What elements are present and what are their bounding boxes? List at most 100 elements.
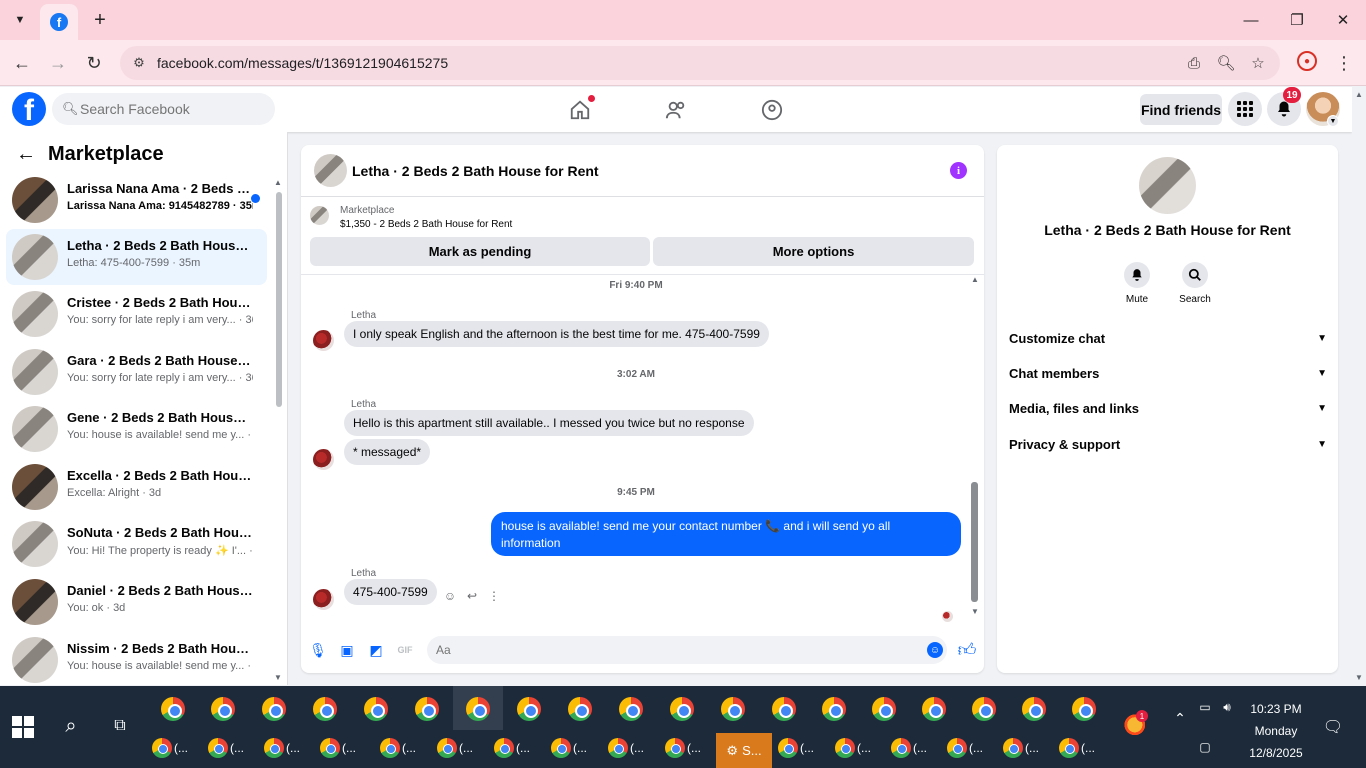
taskbar-window[interactable]: (... <box>320 738 356 758</box>
customize-chat-row[interactable]: Customize chat ▼ <box>1009 327 1327 349</box>
site-info-icon[interactable]: ⚙ <box>130 54 148 72</box>
tab-search-button[interactable]: ▼ <box>8 8 32 32</box>
sidebar-scrollbar[interactable]: ▲ ▼ <box>274 178 282 682</box>
conversation-item[interactable]: SoNuta · 2 Beds 2 Bath House f... You: H… <box>6 516 267 572</box>
taskbar-window[interactable]: (... <box>152 738 188 758</box>
taskbar-window[interactable]: (... <box>608 738 644 758</box>
sender-avatar[interactable] <box>313 589 334 610</box>
back-arrow-icon[interactable]: ← <box>16 143 36 166</box>
more-actions-icon[interactable]: ⋮ <box>486 588 502 604</box>
taskbar-window[interactable]: (... <box>665 738 701 758</box>
react-emoji-icon[interactable]: ☺ <box>442 588 458 604</box>
message-bubble[interactable]: I only speak English and the afternoon i… <box>344 321 769 347</box>
volume-icon[interactable]: 🔊︎ <box>1218 698 1236 716</box>
system-clock[interactable]: 10:23 PM Monday 12/8/2025 <box>1242 698 1310 764</box>
tab-facebook[interactable]: f <box>40 4 78 40</box>
address-bar[interactable]: ⚙ facebook.com/messages/t/13691219046152… <box>120 46 1280 80</box>
task-view-icon[interactable]: ⧉ <box>108 714 132 738</box>
notifications-button[interactable]: 19 <box>1267 87 1301 126</box>
scroll-down-icon[interactable]: ▼ <box>971 607 979 616</box>
close-window-button[interactable]: ✕ <box>1320 0 1366 40</box>
chat-title[interactable]: Letha · 2 Beds 2 Bath House for Rent <box>352 163 599 179</box>
chevron-down-icon[interactable]: ▼ <box>1327 115 1339 127</box>
chrome-icon[interactable] <box>211 697 235 721</box>
scroll-down-icon[interactable]: ▼ <box>274 673 282 682</box>
search-icon[interactable]: ⌕ <box>58 713 84 739</box>
conversation-item-active[interactable]: Letha · 2 Beds 2 Bath House for ... Leth… <box>6 229 267 285</box>
profile-icon[interactable]: ● <box>1297 51 1317 71</box>
taskbar-window[interactable]: (... <box>947 738 983 758</box>
chrome-icon[interactable] <box>822 697 846 721</box>
taskbar-window[interactable]: (... <box>551 738 587 758</box>
sender-avatar[interactable] <box>313 449 334 470</box>
message-bubble[interactable]: Hello is this apartment still available.… <box>344 410 754 436</box>
url-text[interactable]: facebook.com/messages/t/1369121904615275 <box>157 55 448 71</box>
message-bubble[interactable]: * messaged* <box>344 439 431 465</box>
windows-start-icon[interactable] <box>12 716 34 738</box>
reload-button[interactable]: ↻ <box>81 50 107 76</box>
taskbar-window[interactable]: (... <box>380 738 416 758</box>
mute-button[interactable] <box>1124 262 1150 288</box>
conversation-item[interactable]: Cristee · 2 Beds 2 Bath House fo... You:… <box>6 286 267 342</box>
search-in-chat-button[interactable] <box>1182 262 1208 288</box>
scroll-up-icon[interactable]: ▲ <box>971 275 979 284</box>
reply-icon[interactable]: ↩ <box>464 588 480 604</box>
meet-now-icon[interactable]: ▢ <box>1196 738 1214 756</box>
find-friends-button[interactable]: Find friends <box>1140 94 1222 125</box>
chrome-icon[interactable] <box>922 697 946 721</box>
chevron-up-icon[interactable]: ⌃ <box>1170 708 1190 728</box>
chrome-icon[interactable] <box>568 697 592 721</box>
scrollbar-thumb[interactable] <box>276 192 282 407</box>
forward-button[interactable]: → <box>45 50 71 76</box>
chrome-icon[interactable] <box>1072 697 1096 721</box>
groups-icon[interactable] <box>759 97 785 123</box>
media-files-row[interactable]: Media, files and links ▼ <box>1009 397 1327 419</box>
facebook-logo[interactable]: f <box>12 92 46 126</box>
conversation-item[interactable]: Gara · 2 Beds 2 Bath House for ... You: … <box>6 344 267 400</box>
chrome-icon[interactable] <box>872 697 896 721</box>
taskbar-window[interactable]: (... <box>1059 738 1095 758</box>
scroll-up-icon[interactable]: ▲ <box>274 178 282 187</box>
chat-thumbnail[interactable] <box>314 154 347 187</box>
chrome-icon[interactable] <box>517 697 541 721</box>
chrome-icon[interactable] <box>972 697 996 721</box>
gif-icon[interactable]: GIF <box>396 641 414 659</box>
chrome-icon[interactable] <box>466 697 490 721</box>
chrome-icon[interactable] <box>619 697 643 721</box>
taskbar-window[interactable]: (... <box>494 738 530 758</box>
chrome-icon[interactable] <box>721 697 745 721</box>
page-scrollbar[interactable]: ▲ ▼ <box>1352 87 1366 686</box>
message-input[interactable] <box>427 636 947 664</box>
taskbar-window[interactable]: (... <box>437 738 473 758</box>
taskbar-window[interactable]: (... <box>835 738 871 758</box>
mark-pending-button[interactable]: Mark as pending <box>310 237 650 266</box>
message-bubble[interactable]: 475-400-7599 <box>344 579 437 605</box>
mic-icon[interactable]: 🎙︎ <box>309 641 327 659</box>
minimize-button[interactable]: — <box>1228 0 1274 40</box>
taskbar-window[interactable]: (... <box>891 738 927 758</box>
install-icon[interactable]: ⎙ <box>1184 53 1204 73</box>
friends-icon[interactable] <box>663 97 689 123</box>
privacy-support-row[interactable]: Privacy & support ▼ <box>1009 433 1327 455</box>
conversation-item[interactable]: Daniel · 2 Beds 2 Bath House fo... You: … <box>6 574 267 630</box>
chat-members-row[interactable]: Chat members ▼ <box>1009 362 1327 384</box>
chrome-icon[interactable] <box>772 697 796 721</box>
details-thumbnail[interactable] <box>1139 157 1196 214</box>
new-tab-button[interactable]: + <box>88 8 112 32</box>
zoom-icon[interactable]: 🔍︎ <box>1216 53 1236 73</box>
battery-icon[interactable]: ▭ <box>1196 698 1214 716</box>
scroll-down-icon[interactable]: ▼ <box>1355 673 1363 682</box>
chrome-icon[interactable] <box>415 697 439 721</box>
home-icon[interactable] <box>567 95 595 123</box>
back-button[interactable]: ← <box>9 50 35 76</box>
settings-taskbar-button[interactable]: ⚙ S... <box>716 733 772 768</box>
conversation-item[interactable]: Excella · 2 Beds 2 Bath House fo... Exce… <box>6 459 267 515</box>
more-options-button[interactable]: More options <box>653 237 974 266</box>
taskbar-window[interactable]: (... <box>208 738 244 758</box>
chrome-icon[interactable] <box>1022 697 1046 721</box>
info-icon[interactable]: i <box>950 162 967 179</box>
taskbar-window[interactable]: (... <box>264 738 300 758</box>
chrome-icon[interactable] <box>161 697 185 721</box>
scrollbar-thumb[interactable] <box>971 482 978 602</box>
restore-button[interactable]: ❐ <box>1274 0 1320 40</box>
